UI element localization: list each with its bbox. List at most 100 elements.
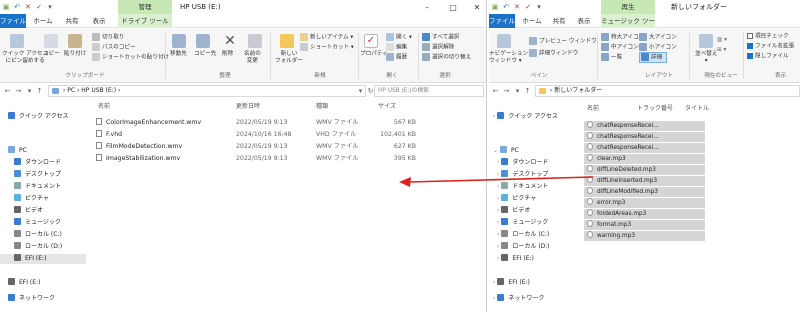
nav-item-downloads[interactable]: › ダウンロード: [497, 158, 548, 168]
nav-item-local-d[interactable]: › ローカル (D:): [497, 242, 550, 252]
tab-share[interactable]: 共有: [62, 14, 82, 28]
nav-item-efi-selected[interactable]: EFI (E:): [0, 254, 86, 264]
details-view-option[interactable]: 詳細: [639, 52, 668, 63]
undo-icon[interactable]: ↶: [13, 3, 21, 11]
sort-by-button[interactable]: 並べ替え ▾: [695, 51, 717, 65]
mp3-file-row[interactable]: warning.mp3: [584, 231, 705, 241]
back-arrow-icon[interactable]: ←: [3, 86, 12, 96]
column-title[interactable]: タイトル: [685, 104, 709, 114]
column-date[interactable]: 更新日時: [236, 102, 260, 112]
new-item-button[interactable]: 新しいアイテム ▾: [300, 33, 353, 42]
mp3-file-row[interactable]: diffLineInserted.mp3: [584, 176, 705, 186]
close-button[interactable]: ✕: [470, 2, 484, 13]
navigation-pane-button[interactable]: ナビゲーション ウィンドウ ▾: [489, 51, 528, 65]
chevron-right-icon[interactable]: ›: [493, 295, 495, 302]
up-arrow-icon[interactable]: ↑: [35, 86, 44, 96]
open-button[interactable]: 開く ▾: [386, 33, 412, 42]
mp3-file-row[interactable]: error.mp3: [584, 198, 705, 208]
tab-music-tools[interactable]: ミュージック ツール: [601, 14, 655, 39]
add-columns-icon[interactable]: ⊞ ▾: [717, 47, 726, 54]
checkbox-checked[interactable]: [747, 43, 753, 49]
details-pane-button[interactable]: 詳細ウィンドウ: [529, 49, 578, 58]
nav-item-pictures[interactable]: › ピクチャ: [497, 194, 536, 204]
nav-item-network[interactable]: › ネットワーク: [493, 294, 544, 304]
nav-item-local-c[interactable]: › ローカル (C:): [497, 230, 549, 240]
mp3-file-row[interactable]: clear.mp3: [584, 154, 705, 164]
tab-share[interactable]: 共有: [549, 14, 569, 28]
paste-button[interactable]: 貼り付け: [64, 51, 86, 58]
copy-path-button[interactable]: パスのコピー: [92, 43, 136, 52]
list-view-option[interactable]: 一覧: [601, 53, 622, 62]
medium-icons-option[interactable]: 中アイコン: [601, 43, 639, 52]
nav-item-quick-access[interactable]: クイック アクセス: [8, 112, 69, 122]
chevron-right-icon[interactable]: ›: [493, 279, 495, 286]
qat-dropdown-icon[interactable]: ▾: [46, 3, 54, 11]
preview-pane-button[interactable]: プレビュー ウィンドウ: [529, 37, 597, 46]
address-bar[interactable]: › 新しいフォルダー: [535, 85, 800, 97]
search-input[interactable]: HP USB (E:)の検索: [374, 85, 484, 97]
properties-icon[interactable]: ▣: [491, 3, 499, 11]
column-track-number[interactable]: トラック番号: [637, 104, 673, 114]
nav-item-efi[interactable]: › EFI (E:): [497, 254, 534, 264]
address-bar[interactable]: › PC › HP USB (E:) ›: [48, 85, 366, 97]
maximize-button[interactable]: □: [446, 2, 460, 13]
shortcut-button[interactable]: ショートカット ▾: [300, 43, 354, 52]
history-button[interactable]: 履歴: [386, 53, 407, 62]
qat-dropdown-icon[interactable]: ▾: [535, 3, 543, 11]
nav-item-desktop[interactable]: デスクトップ: [14, 170, 61, 180]
chevron-right-icon[interactable]: ›: [497, 159, 499, 166]
nav-item-efi[interactable]: › EFI (E:): [493, 278, 530, 288]
tab-file[interactable]: ファイル: [489, 14, 515, 28]
chevron-right-icon[interactable]: ›: [493, 113, 495, 120]
move-to-button[interactable]: 移動先: [170, 51, 187, 58]
chevron-right-icon[interactable]: ›: [497, 231, 499, 238]
chevron-right-icon[interactable]: ›: [497, 219, 499, 226]
nav-item-pc[interactable]: PC: [8, 146, 27, 156]
nav-item-music[interactable]: ミュージック: [14, 218, 61, 228]
delete-button[interactable]: 削除: [222, 51, 233, 58]
tab-view[interactable]: 表示: [88, 14, 110, 28]
small-icons-option[interactable]: 小アイコン: [639, 43, 677, 52]
breadcrumb-new-folder[interactable]: 新しいフォルダー: [554, 87, 602, 94]
nav-item-pictures[interactable]: ピクチャ: [14, 194, 49, 204]
forward-arrow-icon[interactable]: →: [502, 86, 511, 96]
select-all-button[interactable]: すべて選択: [422, 33, 459, 42]
minimize-button[interactable]: –: [420, 2, 434, 13]
checkbox[interactable]: [747, 33, 753, 39]
delete-icon[interactable]: ✕: [513, 3, 521, 11]
mp3-file-row[interactable]: format.mp3: [584, 220, 705, 230]
mp3-file-row[interactable]: chatResponseRecei...: [584, 132, 705, 142]
large-icons-option[interactable]: 大アイコン: [639, 33, 677, 42]
up-arrow-icon[interactable]: ↑: [523, 86, 532, 96]
tab-home[interactable]: ホーム: [30, 14, 56, 28]
properties-icon[interactable]: ▣: [2, 3, 10, 11]
mp3-file-row[interactable]: foldedAreas.mp3: [584, 209, 705, 219]
chevron-right-icon[interactable]: ›: [497, 243, 499, 250]
copy-to-button[interactable]: コピー先: [194, 51, 216, 58]
cut-button[interactable]: 切り取り: [92, 33, 124, 42]
pin-quick-access-button[interactable]: クイック アクセス にピン留めする: [2, 51, 48, 65]
check-icon[interactable]: ✓: [35, 3, 43, 11]
nav-item-videos[interactable]: › ビデオ: [497, 206, 530, 216]
back-arrow-icon[interactable]: ←: [491, 86, 500, 96]
nav-item-videos[interactable]: ビデオ: [14, 206, 43, 216]
file-row[interactable]: ImageStabilization.wmv 2022/05/19 9:13 W…: [96, 154, 426, 164]
file-row[interactable]: ColorImageEnhancement.wmv 2022/05/19 9:1…: [96, 118, 426, 128]
column-name[interactable]: 名前: [98, 102, 110, 112]
chevron-right-icon[interactable]: ›: [497, 255, 499, 262]
nav-item-downloads[interactable]: ダウンロード: [14, 158, 61, 168]
mp3-file-row[interactable]: chatResponseRecei...: [584, 121, 705, 131]
breadcrumb-pc[interactable]: PC: [67, 87, 75, 94]
edit-button[interactable]: 編集: [386, 43, 407, 52]
nav-item-documents[interactable]: ドキュメント: [14, 182, 61, 192]
nav-item-local-d[interactable]: ローカル (D:): [14, 242, 62, 252]
undo-icon[interactable]: ↶: [502, 3, 510, 11]
hidden-items-toggle[interactable]: 隠しファイル: [747, 53, 789, 61]
file-extension-toggle[interactable]: ファイル名拡張: [747, 43, 794, 51]
nav-item-quick-access[interactable]: › クイック アクセス: [493, 112, 558, 122]
recent-dropdown-icon[interactable]: ▾: [25, 86, 34, 96]
mp3-file-row[interactable]: chatResponseRecei...: [584, 143, 705, 153]
tab-file[interactable]: ファイル: [0, 14, 26, 28]
file-row[interactable]: FilmModeDetection.wmv 2022/05/19 9:13 WM…: [96, 142, 426, 152]
group-by-icon[interactable]: ▥ ▾: [717, 37, 727, 44]
